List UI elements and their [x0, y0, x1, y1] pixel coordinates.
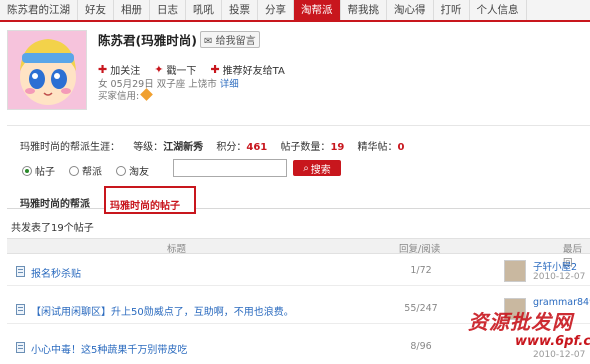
watermark-url: www.6pf.cn — [515, 334, 590, 349]
last-reply-date: 2010-12-07 — [533, 350, 586, 360]
nav-item-share[interactable]: 分享 — [258, 0, 294, 20]
nav-item-vote[interactable]: 投票 — [222, 0, 258, 20]
points-value: 461 — [246, 142, 268, 153]
table-row[interactable]: 报名秒杀贴 1/72 子轩小屋2 2010-12-07 — [7, 256, 590, 286]
radio-posts-label: 帖子 — [35, 167, 55, 178]
radio-bangpai[interactable]: 帮派 — [69, 163, 102, 178]
nav-item-taobangpai[interactable]: 淘帮派 — [294, 0, 341, 20]
tab-bar — [7, 208, 590, 209]
post-title[interactable]: 报名秒杀贴 — [31, 265, 81, 280]
posts-label: 帖子数量： — [280, 142, 331, 153]
points-label: 积分： — [216, 142, 247, 153]
avatar[interactable] — [7, 30, 87, 110]
follow-button[interactable]: ✚ 加关注 — [98, 62, 140, 77]
featured-label: 精华帖： — [357, 142, 398, 153]
diamond-icon — [140, 88, 154, 101]
table-header: 标题 回复/阅读 最后回 — [7, 238, 590, 269]
radio-bangpai-dot — [69, 165, 79, 176]
table-row[interactable]: 小心中毒！这5种蔬果千万别带皮吃 8/96 2010-12-07 — [7, 332, 590, 362]
divider — [7, 125, 590, 126]
nav-item-blog[interactable]: 日志 — [150, 0, 186, 20]
search-button-label: 搜索 — [310, 164, 331, 176]
bangpai-stats: 玛雅时尚的帮派生涯： 等级：江湖新秀 积分：461 帖子数量：19 精华帖：0 — [20, 138, 405, 153]
level-value: 江湖新秀 — [163, 142, 204, 153]
buyer-credit: 买家信用: — [98, 88, 154, 102]
follow-label: 加关注 — [110, 66, 141, 77]
nav-item-home[interactable]: 陈苏君的江湖 — [0, 0, 78, 20]
message-icon: ✉ — [204, 36, 213, 47]
reply-count: 8/96 — [410, 341, 432, 352]
post-icon — [16, 342, 25, 353]
avatar-cartoon-icon — [8, 31, 86, 109]
poke-label: 戳一下 — [166, 66, 197, 77]
header-replies: 回复/阅读 — [399, 244, 441, 255]
search-input[interactable] — [173, 159, 287, 177]
nav-item-album[interactable]: 相册 — [114, 0, 150, 20]
recommend-friend-button[interactable]: ✚ 推荐好友给TA — [210, 62, 284, 77]
radio-posts[interactable]: 帖子 — [22, 163, 55, 178]
top-nav: 陈苏君的江湖 好友 相册 日志 吼吼 投票 分享 淘帮派 帮我挑 淘心得 打听 … — [0, 0, 590, 22]
reply-count: 1/72 — [410, 265, 432, 276]
search-type-radios: 帖子 帮派 淘友 — [22, 163, 149, 178]
nav-item-help-pick[interactable]: 帮我挑 — [341, 0, 387, 20]
nav-item-friends[interactable]: 好友 — [78, 0, 114, 20]
search-button[interactable]: ⌕ 搜索 — [293, 160, 341, 176]
level-label: 等级： — [133, 142, 164, 153]
post-icon — [16, 304, 25, 315]
leave-message-label: 给我留言 — [215, 36, 256, 47]
plus-icon: ✚ — [98, 63, 108, 76]
stats-prefix: 玛雅时尚的帮派生涯： — [20, 142, 120, 153]
profile-name: 陈苏君(玛雅时尚) — [98, 33, 197, 48]
last-reply-date: 2010-12-07 — [533, 272, 586, 282]
tab-my-bangpai[interactable]: 玛雅时尚的帮派 — [20, 195, 90, 210]
credit-label: 买家信用: — [98, 91, 140, 102]
nav-item-inquire[interactable]: 打听 — [434, 0, 470, 20]
recommend-icon: ✚ — [210, 63, 220, 76]
user-thumbnail[interactable] — [504, 260, 526, 282]
radio-bangpai-label: 帮派 — [82, 167, 102, 178]
featured-value: 0 — [397, 142, 405, 153]
leave-message-button[interactable]: ✉ 给我留言 — [200, 31, 260, 48]
sign-location: 双子座 上饶市 — [156, 79, 217, 90]
nav-item-personal-info[interactable]: 个人信息 — [470, 0, 527, 20]
radio-taoyou-label: 淘友 — [129, 167, 149, 178]
reply-count: 55/247 — [404, 303, 438, 314]
nav-item-taoxinde[interactable]: 淘心得 — [387, 0, 434, 20]
detail-link[interactable]: 详细 — [220, 79, 239, 90]
post-icon — [16, 266, 25, 277]
header-title: 标题 — [167, 244, 187, 255]
posts-value: 19 — [330, 142, 345, 153]
tab-my-posts[interactable]: 玛雅时尚的帖子 — [110, 197, 180, 212]
nav-item-shout[interactable]: 吼吼 — [186, 0, 222, 20]
profile-actions: ✚ 加关注 ✦ 戳一下 ✚ 推荐好友给TA — [98, 62, 285, 77]
radio-taoyou-dot — [116, 165, 126, 176]
post-title[interactable]: 小心中毒！这5种蔬果千万别带皮吃 — [31, 341, 187, 356]
poke-button[interactable]: ✦ 戳一下 — [154, 62, 196, 77]
total-posts-text: 共发表了19个帖子 — [11, 223, 94, 234]
watermark-text: 资源批发网 — [468, 310, 573, 334]
poke-icon: ✦ — [154, 63, 164, 76]
post-title[interactable]: 【闲试用闲聊区】升上50勋威点了，互助啊，不用也浪费。 — [31, 303, 294, 318]
last-reply-user[interactable]: 子轩小屋2 — [533, 259, 577, 273]
search-icon: ⌕ — [303, 162, 309, 174]
radio-taoyou[interactable]: 淘友 — [116, 163, 149, 178]
recommend-label: 推荐好友给TA — [222, 66, 285, 77]
radio-posts-dot — [22, 165, 32, 176]
